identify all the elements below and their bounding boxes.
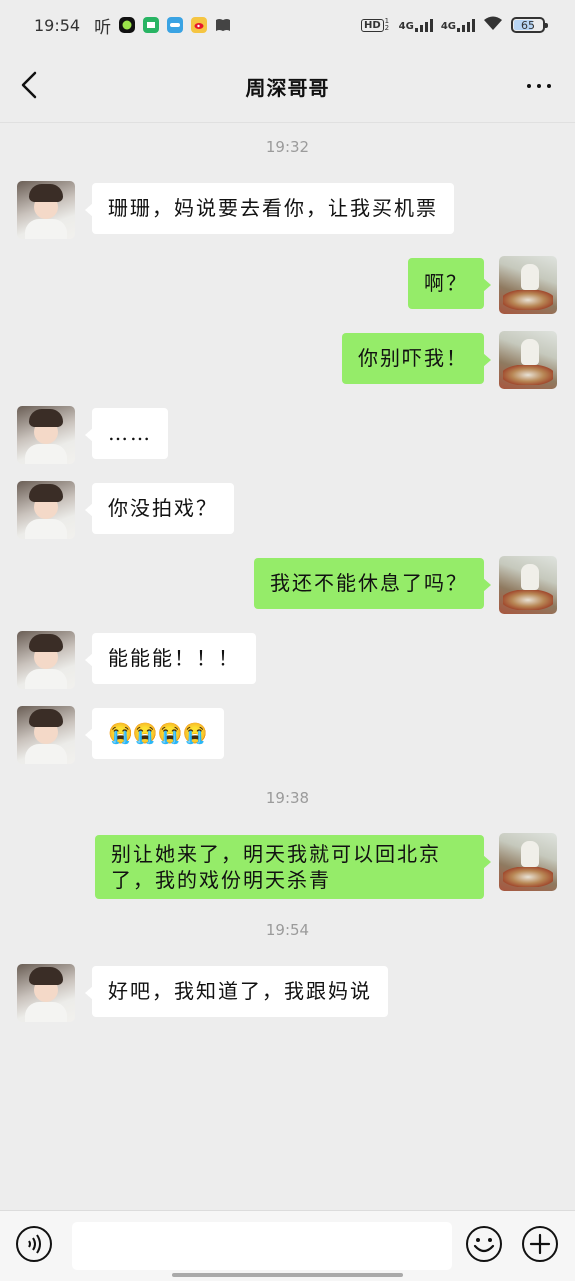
message-bubble[interactable]: 能能能！！！ [85, 633, 256, 684]
hd-indicator: HD 1 2 [360, 18, 391, 32]
my-avatar[interactable] [499, 556, 557, 614]
more-options-icon[interactable] [527, 84, 551, 88]
listen-indicator: 听 [94, 17, 112, 38]
back-icon[interactable] [18, 70, 42, 100]
signal-bars-icon [414, 18, 433, 32]
message-bubble[interactable]: 你没拍戏？ [85, 483, 234, 534]
timestamp: 19:32 [265, 138, 310, 156]
my-avatar[interactable] [499, 256, 557, 314]
battery-level: 65 [521, 18, 535, 32]
contact-avatar[interactable] [17, 631, 75, 689]
status-time: 19:54 [34, 15, 81, 35]
message-bubble[interactable]: 珊珊，妈说要去看你，让我买机票 [85, 183, 454, 234]
message-bubble[interactable]: …… [85, 408, 168, 459]
message-bubble[interactable]: 别让她来了，明天我就可以回北京了，我的戏份明天杀青 [95, 835, 491, 899]
chat-title: 周深哥哥 [245, 75, 330, 100]
weibo-icon [191, 17, 208, 33]
message-bubble[interactable]: 啊？ [408, 258, 491, 309]
contact-avatar[interactable] [17, 964, 75, 1022]
music-app-icon [119, 17, 136, 33]
game-app-icon [143, 17, 160, 33]
message-bubble[interactable]: 我还不能休息了吗？ [254, 558, 491, 609]
status-bar: 19:54 听 HD 1 2 4G 4G 65 [0, 0, 575, 50]
message-bubble[interactable]: 你别吓我！ [342, 333, 491, 384]
battery-icon: 65 [511, 17, 548, 33]
chat-header: 周深哥哥 [0, 50, 575, 123]
message-input[interactable] [72, 1222, 452, 1270]
my-avatar[interactable] [499, 331, 557, 389]
timestamp: 19:54 [265, 921, 310, 939]
message-bubble[interactable]: 好吧，我知道了，我跟妈说 [85, 966, 388, 1017]
emoji-icon[interactable] [465, 1225, 503, 1263]
status-bar-right: HD 1 2 4G 4G 65 [360, 15, 548, 35]
contact-avatar[interactable] [17, 406, 75, 464]
cellular-signal-1: 4G [399, 18, 433, 32]
timestamp: 19:38 [265, 789, 310, 807]
input-bar [0, 1210, 575, 1281]
home-indicator[interactable] [172, 1273, 403, 1277]
signal-bars-icon [457, 18, 475, 32]
status-bar-left: 19:54 听 [34, 13, 231, 38]
plus-icon[interactable] [521, 1225, 559, 1263]
voice-input-icon[interactable] [15, 1225, 53, 1263]
book-icon [215, 17, 231, 33]
emoji-message-bubble[interactable]: 😭😭😭😭 [85, 708, 224, 759]
contact-avatar[interactable] [17, 181, 75, 239]
cellular-signal-2: 4G [441, 18, 475, 32]
contact-avatar[interactable] [17, 481, 75, 539]
contact-avatar[interactable] [17, 706, 75, 764]
video-app-icon [167, 17, 184, 33]
wifi-icon [483, 15, 503, 35]
my-avatar[interactable] [499, 833, 557, 891]
